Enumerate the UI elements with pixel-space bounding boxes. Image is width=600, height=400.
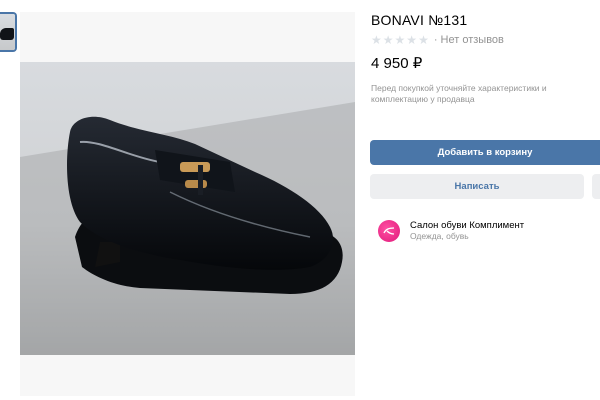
seller-category: Одежда, обувь [410,231,469,241]
seller-logo-icon [383,227,395,235]
thumbnail-shoe [0,28,14,40]
gallery-thumbnail[interactable] [0,12,17,52]
add-to-cart-button[interactable]: Добавить в корзину [370,140,600,165]
loafer-image [20,62,355,355]
star-icon: ★ [418,33,429,47]
seller-card[interactable]: Салон обуви Комплимент Одежда, обувь [378,218,524,244]
product-image [20,62,355,355]
star-icon: ★ [371,33,382,47]
rating: ★ ★ ★ ★ ★ · Нет отзывов [371,33,504,47]
star-icon: ★ [406,33,418,47]
star-icon: ★ [382,33,394,47]
main-photo[interactable] [20,12,355,396]
seller-info: Салон обуви Комплимент Одежда, обувь [410,220,524,242]
write-button[interactable]: Написать [370,174,584,199]
seller-name[interactable]: Салон обуви Комплимент [410,220,524,231]
product-title: BONAVI №131 [371,12,468,28]
thumbnail-image [0,14,15,50]
no-reviews-text: · Нет отзывов [433,34,504,46]
seller-note: Перед покупкой уточняйте характеристики … [371,83,547,104]
seller-avatar [378,220,400,242]
buckle-center [198,165,203,195]
more-button[interactable] [592,174,600,199]
gold-buckle [180,162,210,172]
star-icon: ★ [394,33,406,47]
gold-buckle-bottom [185,180,207,188]
product-price: 4 950 ₽ [371,55,423,72]
